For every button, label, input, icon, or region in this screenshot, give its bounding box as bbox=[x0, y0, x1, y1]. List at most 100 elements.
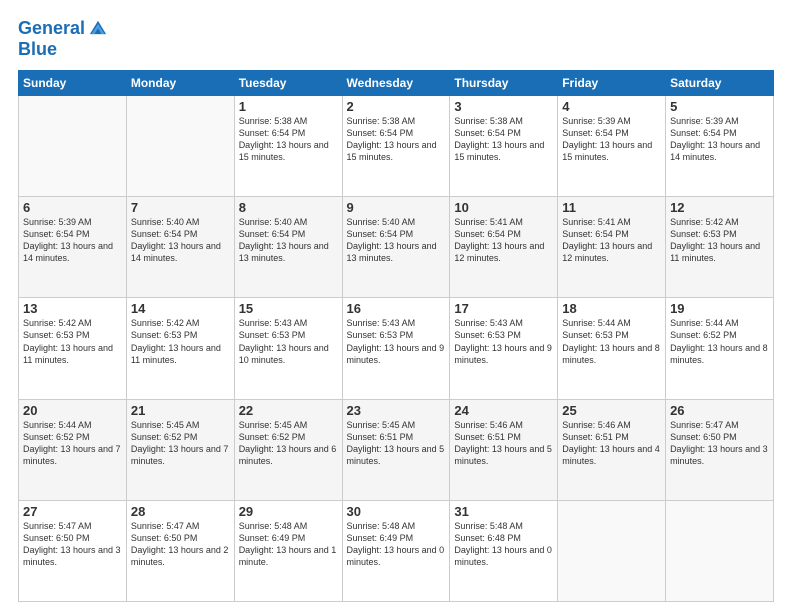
day-number: 1 bbox=[239, 99, 338, 114]
day-info: Sunrise: 5:41 AMSunset: 6:54 PMDaylight:… bbox=[562, 216, 661, 265]
day-number: 11 bbox=[562, 200, 661, 215]
calendar-cell: 8Sunrise: 5:40 AMSunset: 6:54 PMDaylight… bbox=[234, 197, 342, 298]
calendar-cell: 28Sunrise: 5:47 AMSunset: 6:50 PMDayligh… bbox=[126, 500, 234, 601]
calendar-cell: 3Sunrise: 5:38 AMSunset: 6:54 PMDaylight… bbox=[450, 95, 558, 196]
day-info: Sunrise: 5:38 AMSunset: 6:54 PMDaylight:… bbox=[454, 115, 553, 164]
calendar-cell: 9Sunrise: 5:40 AMSunset: 6:54 PMDaylight… bbox=[342, 197, 450, 298]
day-number: 9 bbox=[347, 200, 446, 215]
day-number: 20 bbox=[23, 403, 122, 418]
day-number: 16 bbox=[347, 301, 446, 316]
day-info: Sunrise: 5:40 AMSunset: 6:54 PMDaylight:… bbox=[131, 216, 230, 265]
day-info: Sunrise: 5:48 AMSunset: 6:49 PMDaylight:… bbox=[239, 520, 338, 569]
calendar-cell: 12Sunrise: 5:42 AMSunset: 6:53 PMDayligh… bbox=[666, 197, 774, 298]
calendar-cell bbox=[19, 95, 127, 196]
logo-text: General bbox=[18, 19, 85, 39]
calendar-row: 27Sunrise: 5:47 AMSunset: 6:50 PMDayligh… bbox=[19, 500, 774, 601]
day-number: 22 bbox=[239, 403, 338, 418]
calendar-cell: 21Sunrise: 5:45 AMSunset: 6:52 PMDayligh… bbox=[126, 399, 234, 500]
calendar-table: SundayMondayTuesdayWednesdayThursdayFrid… bbox=[18, 70, 774, 602]
calendar-cell: 30Sunrise: 5:48 AMSunset: 6:49 PMDayligh… bbox=[342, 500, 450, 601]
calendar-cell: 27Sunrise: 5:47 AMSunset: 6:50 PMDayligh… bbox=[19, 500, 127, 601]
calendar-cell bbox=[126, 95, 234, 196]
day-info: Sunrise: 5:46 AMSunset: 6:51 PMDaylight:… bbox=[454, 419, 553, 468]
day-info: Sunrise: 5:42 AMSunset: 6:53 PMDaylight:… bbox=[670, 216, 769, 265]
day-info: Sunrise: 5:44 AMSunset: 6:53 PMDaylight:… bbox=[562, 317, 661, 366]
day-number: 3 bbox=[454, 99, 553, 114]
calendar-cell: 23Sunrise: 5:45 AMSunset: 6:51 PMDayligh… bbox=[342, 399, 450, 500]
calendar-cell: 16Sunrise: 5:43 AMSunset: 6:53 PMDayligh… bbox=[342, 298, 450, 399]
day-number: 12 bbox=[670, 200, 769, 215]
calendar-row: 20Sunrise: 5:44 AMSunset: 6:52 PMDayligh… bbox=[19, 399, 774, 500]
day-info: Sunrise: 5:39 AMSunset: 6:54 PMDaylight:… bbox=[562, 115, 661, 164]
calendar-cell: 26Sunrise: 5:47 AMSunset: 6:50 PMDayligh… bbox=[666, 399, 774, 500]
calendar-cell: 19Sunrise: 5:44 AMSunset: 6:52 PMDayligh… bbox=[666, 298, 774, 399]
day-info: Sunrise: 5:47 AMSunset: 6:50 PMDaylight:… bbox=[131, 520, 230, 569]
calendar-cell: 22Sunrise: 5:45 AMSunset: 6:52 PMDayligh… bbox=[234, 399, 342, 500]
day-info: Sunrise: 5:48 AMSunset: 6:48 PMDaylight:… bbox=[454, 520, 553, 569]
calendar-cell: 4Sunrise: 5:39 AMSunset: 6:54 PMDaylight… bbox=[558, 95, 666, 196]
day-number: 28 bbox=[131, 504, 230, 519]
calendar-cell: 6Sunrise: 5:39 AMSunset: 6:54 PMDaylight… bbox=[19, 197, 127, 298]
calendar-cell: 17Sunrise: 5:43 AMSunset: 6:53 PMDayligh… bbox=[450, 298, 558, 399]
calendar-header-row: SundayMondayTuesdayWednesdayThursdayFrid… bbox=[19, 70, 774, 95]
calendar-cell bbox=[558, 500, 666, 601]
calendar-cell: 20Sunrise: 5:44 AMSunset: 6:52 PMDayligh… bbox=[19, 399, 127, 500]
calendar-cell: 2Sunrise: 5:38 AMSunset: 6:54 PMDaylight… bbox=[342, 95, 450, 196]
calendar-cell bbox=[666, 500, 774, 601]
day-number: 25 bbox=[562, 403, 661, 418]
day-info: Sunrise: 5:42 AMSunset: 6:53 PMDaylight:… bbox=[131, 317, 230, 366]
day-info: Sunrise: 5:46 AMSunset: 6:51 PMDaylight:… bbox=[562, 419, 661, 468]
calendar-cell: 11Sunrise: 5:41 AMSunset: 6:54 PMDayligh… bbox=[558, 197, 666, 298]
day-info: Sunrise: 5:40 AMSunset: 6:54 PMDaylight:… bbox=[347, 216, 446, 265]
day-info: Sunrise: 5:47 AMSunset: 6:50 PMDaylight:… bbox=[670, 419, 769, 468]
day-number: 4 bbox=[562, 99, 661, 114]
day-number: 18 bbox=[562, 301, 661, 316]
day-number: 15 bbox=[239, 301, 338, 316]
day-number: 13 bbox=[23, 301, 122, 316]
day-number: 10 bbox=[454, 200, 553, 215]
day-info: Sunrise: 5:45 AMSunset: 6:52 PMDaylight:… bbox=[239, 419, 338, 468]
day-info: Sunrise: 5:42 AMSunset: 6:53 PMDaylight:… bbox=[23, 317, 122, 366]
logo: General Blue bbox=[18, 18, 109, 60]
weekday-header: Thursday bbox=[450, 70, 558, 95]
day-info: Sunrise: 5:44 AMSunset: 6:52 PMDaylight:… bbox=[23, 419, 122, 468]
weekday-header: Wednesday bbox=[342, 70, 450, 95]
calendar-cell: 31Sunrise: 5:48 AMSunset: 6:48 PMDayligh… bbox=[450, 500, 558, 601]
day-number: 29 bbox=[239, 504, 338, 519]
calendar-cell: 25Sunrise: 5:46 AMSunset: 6:51 PMDayligh… bbox=[558, 399, 666, 500]
page-header: General Blue bbox=[18, 18, 774, 60]
day-number: 30 bbox=[347, 504, 446, 519]
day-number: 6 bbox=[23, 200, 122, 215]
day-info: Sunrise: 5:45 AMSunset: 6:51 PMDaylight:… bbox=[347, 419, 446, 468]
calendar-cell: 10Sunrise: 5:41 AMSunset: 6:54 PMDayligh… bbox=[450, 197, 558, 298]
weekday-header: Monday bbox=[126, 70, 234, 95]
calendar-cell: 1Sunrise: 5:38 AMSunset: 6:54 PMDaylight… bbox=[234, 95, 342, 196]
calendar-cell: 24Sunrise: 5:46 AMSunset: 6:51 PMDayligh… bbox=[450, 399, 558, 500]
day-info: Sunrise: 5:39 AMSunset: 6:54 PMDaylight:… bbox=[670, 115, 769, 164]
day-info: Sunrise: 5:43 AMSunset: 6:53 PMDaylight:… bbox=[347, 317, 446, 366]
day-number: 8 bbox=[239, 200, 338, 215]
day-number: 17 bbox=[454, 301, 553, 316]
day-info: Sunrise: 5:43 AMSunset: 6:53 PMDaylight:… bbox=[239, 317, 338, 366]
calendar-row: 1 Sunrise: 5:38 AMSunset: 6:54 PMDaylight… bbox=[19, 95, 774, 196]
day-number: 21 bbox=[131, 403, 230, 418]
calendar-cell: 15Sunrise: 5:43 AMSunset: 6:53 PMDayligh… bbox=[234, 298, 342, 399]
weekday-header: Tuesday bbox=[234, 70, 342, 95]
day-info: Sunrise: 5:40 AMSunset: 6:54 PMDaylight:… bbox=[239, 216, 338, 265]
calendar-cell: 13Sunrise: 5:42 AMSunset: 6:53 PMDayligh… bbox=[19, 298, 127, 399]
logo-text2: Blue bbox=[18, 40, 109, 60]
day-number: 26 bbox=[670, 403, 769, 418]
weekday-header: Friday bbox=[558, 70, 666, 95]
day-number: 19 bbox=[670, 301, 769, 316]
day-info: Sunrise: 5:39 AMSunset: 6:54 PMDaylight:… bbox=[23, 216, 122, 265]
day-number: 14 bbox=[131, 301, 230, 316]
calendar-cell: 18Sunrise: 5:44 AMSunset: 6:53 PMDayligh… bbox=[558, 298, 666, 399]
day-number: 23 bbox=[347, 403, 446, 418]
day-number: 27 bbox=[23, 504, 122, 519]
day-info: Sunrise: 5:47 AMSunset: 6:50 PMDaylight:… bbox=[23, 520, 122, 569]
day-info: Sunrise: 5:41 AMSunset: 6:54 PMDaylight:… bbox=[454, 216, 553, 265]
weekday-header: Sunday bbox=[19, 70, 127, 95]
day-info: Sunrise: 5:44 AMSunset: 6:52 PMDaylight:… bbox=[670, 317, 769, 366]
weekday-header: Saturday bbox=[666, 70, 774, 95]
calendar-cell: 29Sunrise: 5:48 AMSunset: 6:49 PMDayligh… bbox=[234, 500, 342, 601]
